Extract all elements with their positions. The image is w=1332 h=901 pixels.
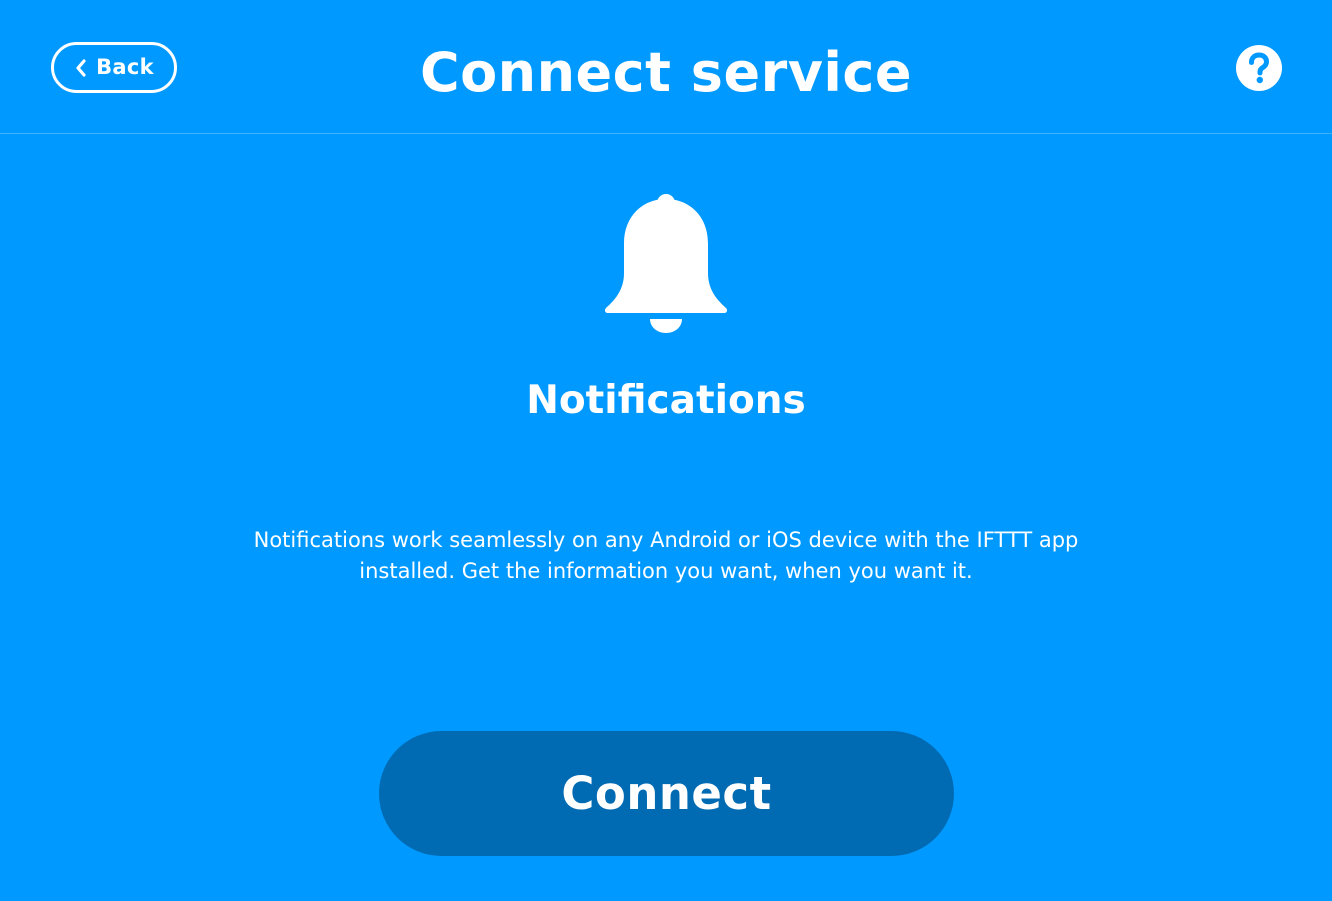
service-description: Notifications work seamlessly on any And…: [253, 528, 1079, 583]
header-bar: Back Connect service: [0, 0, 1332, 134]
page-title: Connect service: [419, 41, 913, 104]
help-button[interactable]: [1236, 45, 1282, 91]
question-mark-icon: [1236, 45, 1282, 91]
connect-button-label: Connect: [561, 767, 772, 820]
bell-icon: [604, 193, 728, 333]
connect-button[interactable]: Connect: [379, 731, 954, 856]
service-name: Notifications: [526, 378, 806, 423]
